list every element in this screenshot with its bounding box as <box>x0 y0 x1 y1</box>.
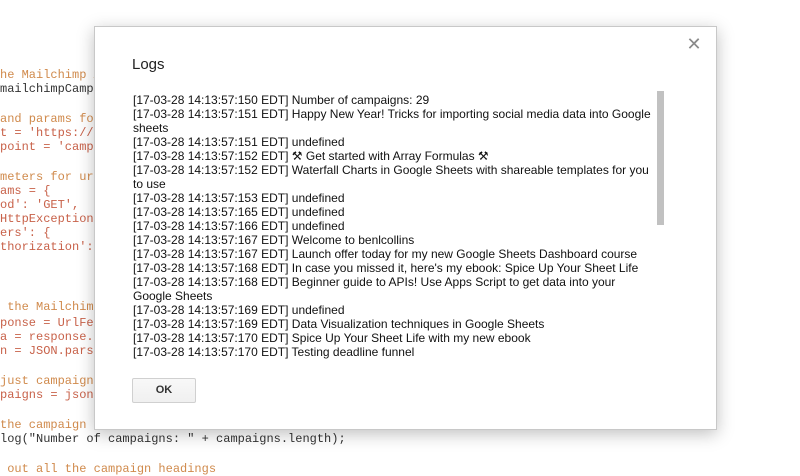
log-line: to use <box>133 177 166 191</box>
log-line: [17-03-28 14:13:57:169 EDT] Data Visuali… <box>133 317 545 331</box>
log-line: [17-03-28 14:13:57:167 EDT] Welcome to b… <box>133 233 415 247</box>
logs-dialog: Logs ✕ [17-03-28 14:13:57:150 EDT] Numbe… <box>94 26 717 430</box>
log-line: [17-03-28 14:13:57:165 EDT] undefined <box>133 205 345 219</box>
code-line: paigns = json[' <box>0 388 109 402</box>
log-line: [17-03-28 14:13:57:153 EDT] undefined <box>133 191 345 205</box>
code-line: log("Number of campaigns: " + campaigns.… <box>0 432 346 446</box>
code-line: just campaign d <box>0 374 109 388</box>
log-line: Google Sheets <box>133 289 213 303</box>
code-line: ams = { <box>0 184 51 198</box>
code-line: mailchimpCampai <box>0 82 109 96</box>
log-line: [17-03-28 14:13:57:168 EDT] Beginner gui… <box>133 275 616 289</box>
log-line: [17-03-28 14:13:57:170 EDT] Spice Up You… <box>133 331 531 345</box>
close-icon[interactable]: ✕ <box>686 36 702 54</box>
code-line: and params for <box>0 112 101 126</box>
log-line: [17-03-28 14:13:57:152 EDT] Waterfall Ch… <box>133 163 649 177</box>
log-line: [17-03-28 14:13:57:151 EDT] undefined <box>133 135 345 149</box>
code-line: the campaign st <box>0 418 109 432</box>
log-line: sheets <box>133 121 169 135</box>
log-line: [17-03-28 14:13:57:166 EDT] undefined <box>133 219 345 233</box>
code-line: the Mailchimp <box>0 300 101 314</box>
code-line: out all the campaign headings <box>0 462 217 476</box>
code-line: ers': { <box>0 226 51 240</box>
log-line: [17-03-28 14:13:57:151 EDT] Happy New Ye… <box>133 107 651 121</box>
log-line: [17-03-28 14:13:57:152 EDT] ⚒ Get starte… <box>133 149 489 163</box>
code-line: thorization': ' <box>0 240 109 254</box>
code-line: ponse = UrlFetc <box>0 316 109 330</box>
log-line: [17-03-28 14:13:57:168 EDT] In case you … <box>133 261 639 275</box>
log-line: [17-03-28 14:13:57:167 EDT] Launch offer… <box>133 247 638 261</box>
code-line: od': 'GET', <box>0 198 80 212</box>
code-line: HttpExceptions' <box>0 212 109 226</box>
log-line: [17-03-28 14:13:57:150 EDT] Number of ca… <box>133 93 430 107</box>
dialog-title: Logs <box>132 56 165 73</box>
code-line: point = 'campai <box>0 140 109 154</box>
code-line: t = 'https://us <box>0 126 109 140</box>
log-line: [17-03-28 14:13:57:170 EDT] Testing dead… <box>133 345 415 359</box>
ok-button[interactable]: OK <box>132 378 196 403</box>
code-line: meters for url <box>0 170 101 184</box>
code-line: n = JSON.parse( <box>0 344 109 358</box>
log-line: [17-03-28 14:13:57:169 EDT] undefined <box>133 303 345 317</box>
scrollbar-thumb[interactable] <box>657 91 664 225</box>
log-output: [17-03-28 14:13:57:150 EDT] Number of ca… <box>133 93 663 363</box>
code-line: he Mailchimp A <box>0 68 101 82</box>
code-line: a = response.ge <box>0 330 109 344</box>
